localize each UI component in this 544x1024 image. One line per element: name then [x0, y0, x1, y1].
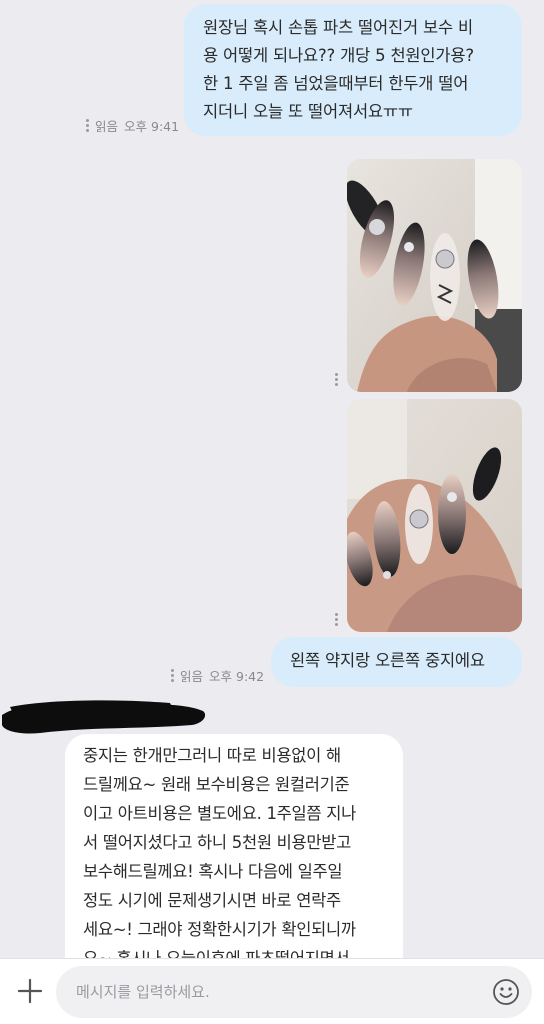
more-options-icon[interactable] — [335, 373, 338, 386]
add-attachment-button[interactable] — [12, 973, 48, 1009]
message-line: 정도 시기에 문제생기시면 바로 연락주 — [83, 891, 341, 910]
message-line: 지더니 오늘 또 떨어져서요ㅠㅠ — [203, 102, 413, 121]
message-line: 용 어떻게 되나요?? 개당 5 천원인가용? — [203, 46, 474, 65]
smiley-face-icon[interactable] — [492, 978, 520, 1006]
message-meta: 읽음 오후 9:41 — [86, 116, 179, 135]
message-meta: 읽음 오후 9:42 — [171, 666, 264, 685]
chat-area: 원장님 혹시 손톱 파츠 떨어진거 보수 비 용 어떻게 되나요?? 개당 5 … — [0, 0, 544, 958]
read-status: 읽음 — [180, 669, 204, 684]
message-line: 서 떨어지셨다고 하니 5천원 비용만받고 — [83, 833, 352, 852]
message-line: 원장님 혹시 손톱 파츠 떨어진거 보수 비 — [203, 18, 473, 37]
redacted-sender-name — [2, 700, 206, 734]
read-status: 읽음 — [95, 119, 119, 134]
plus-icon — [17, 978, 43, 1004]
message-input-bar — [0, 958, 544, 1024]
more-options-icon[interactable] — [171, 669, 174, 682]
nail-photo-image — [347, 159, 522, 392]
message-time: 오후 9:41 — [124, 119, 180, 134]
outgoing-message-bubble[interactable]: 왼쪽 약지랑 오른쪽 중지에요 — [271, 637, 522, 687]
message-line: 요~ 혹시나 오늘이후에 파츠떨어지면서 — [83, 944, 403, 958]
message-line: 한 1 주일 좀 넘었을때부터 한두개 떨어 — [203, 74, 469, 93]
message-line: 보수해드릴께요! 혹시나 다음에 일주일 — [83, 862, 343, 881]
message-input[interactable] — [76, 966, 476, 1018]
message-time: 오후 9:42 — [209, 669, 265, 684]
outgoing-message-bubble[interactable]: 원장님 혹시 손톱 파츠 떨어진거 보수 비 용 어떻게 되나요?? 개당 5 … — [184, 4, 522, 136]
incoming-message-bubble[interactable]: 중지는 한개만그러니 따로 비용없이 해 드릴께요~ 원래 보수비용은 원컬러기… — [65, 734, 403, 958]
message-input-field[interactable] — [56, 966, 532, 1018]
nail-photo-image — [347, 399, 522, 632]
more-options-icon[interactable] — [335, 613, 338, 626]
message-line: 드릴께요~ 원래 보수비용은 원컬러기준 — [83, 775, 350, 794]
more-options-icon[interactable] — [86, 119, 89, 132]
nail-photo[interactable] — [347, 159, 522, 392]
message-text: 왼쪽 약지랑 오른쪽 중지에요 — [290, 651, 485, 670]
message-line: 세요~! 그래야 정확한시기가 확인되니까 — [83, 920, 356, 939]
nail-photo[interactable] — [347, 399, 522, 632]
message-line: 이고 아트비용은 별도에요. 1주일쯤 지나 — [83, 804, 357, 823]
message-line: 중지는 한개만그러니 따로 비용없이 해 — [83, 746, 341, 765]
